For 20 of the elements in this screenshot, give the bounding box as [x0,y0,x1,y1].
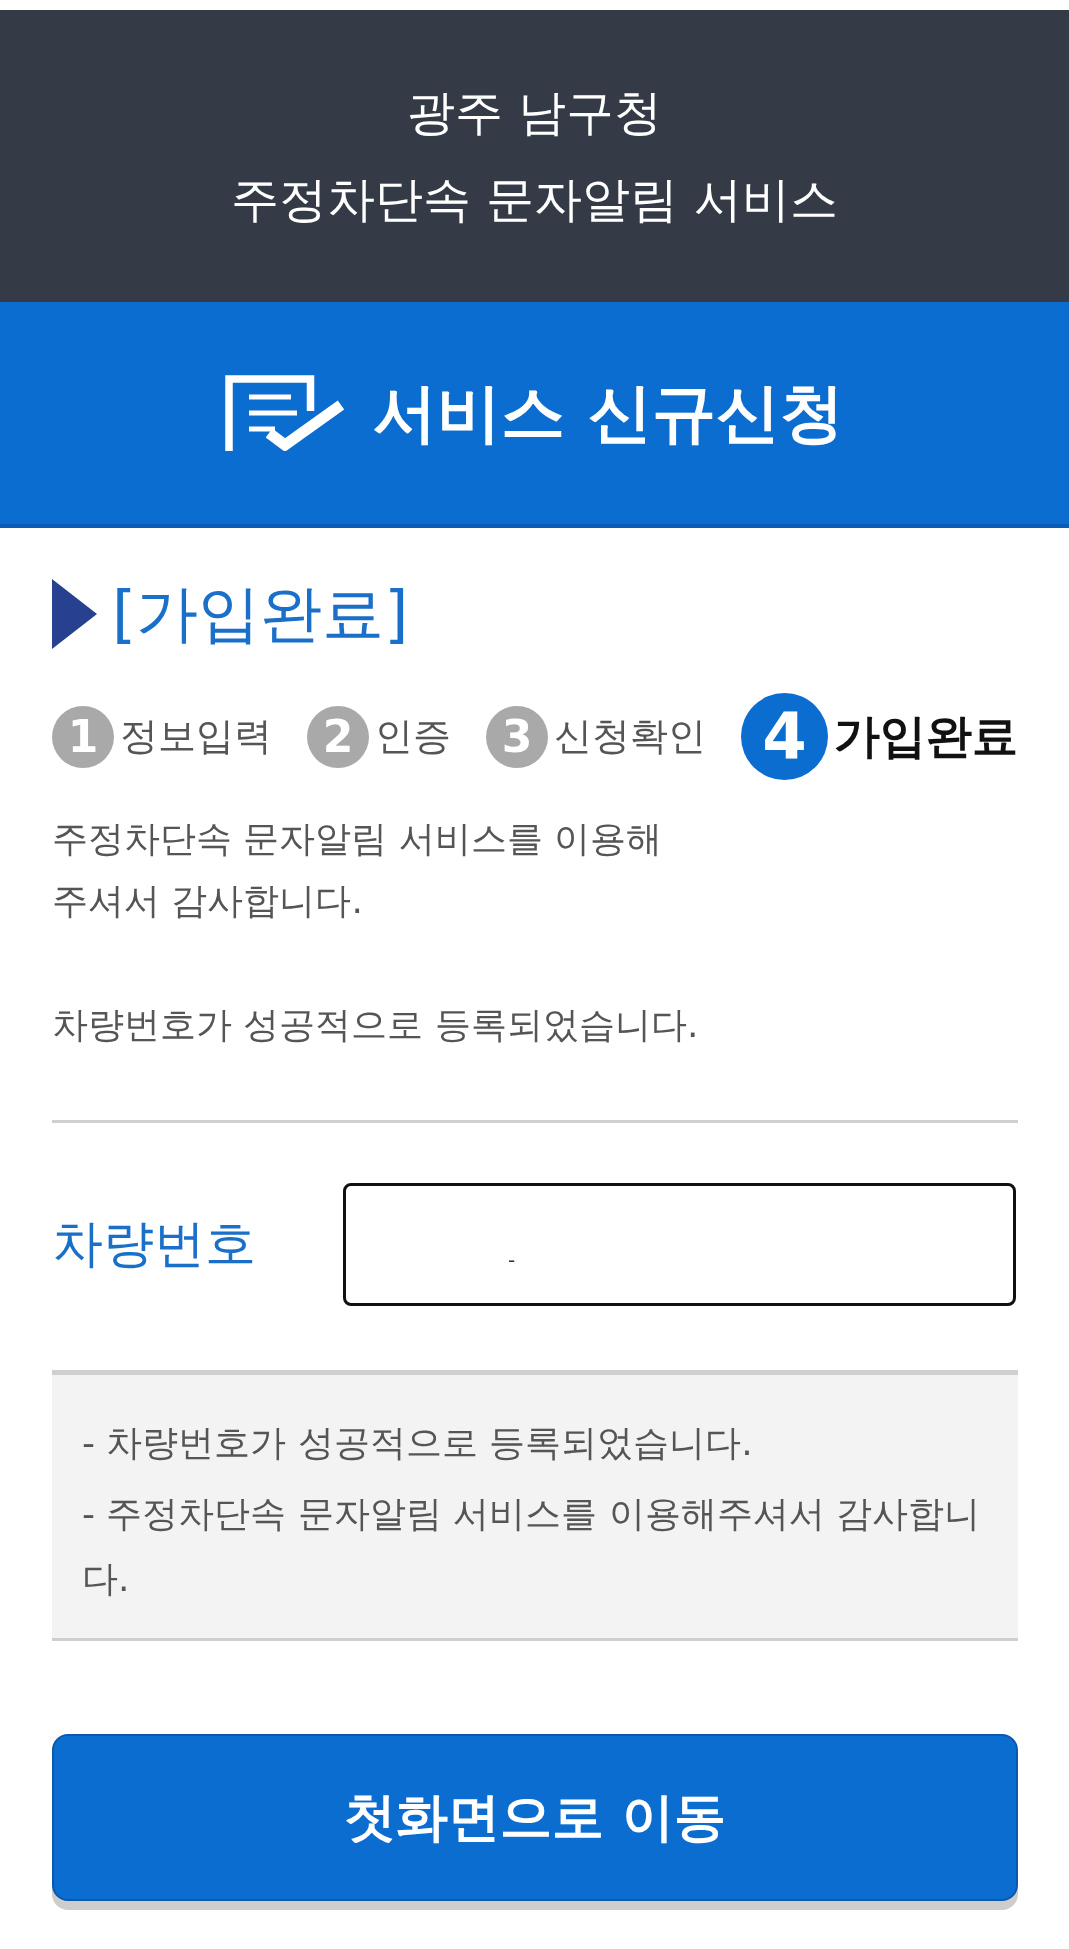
message-text: 주정차단속 문자알림 서비스를 이용해 주셔서 감사합니다. [52,817,664,923]
step-number: 4 [741,693,828,780]
step-label: 가입완료 [834,707,1018,765]
step-number: 2 [307,705,369,768]
service-name: 주정차단속 문자알림 서비스 [231,170,838,229]
triangle-icon [52,579,97,649]
step-label: 정보입력 [120,713,272,760]
banner-title: 서비스 신규신청 [373,374,844,452]
step-number: 3 [486,705,548,768]
notice-text: - 주정차단속 문자알림 서비스를 이용해주셔서 감사합니다. [82,1492,982,1601]
plate-number-label: 차량번호 [52,1213,257,1275]
section-title: [가입완료] [112,579,409,649]
plate-number-field[interactable]: - [343,1183,1016,1306]
agency-name: 광주 남구청 [406,83,663,142]
message-text: 차량번호가 성공적으로 등록되었습니다. [52,1003,700,1047]
step-label: 신청확인 [554,713,706,760]
step-label: 인증 [375,713,451,760]
step-number: 1 [52,705,114,768]
notice-text: - 차량번호가 성공적으로 등록되었습니다. [82,1421,754,1465]
document-check-icon [225,375,346,451]
